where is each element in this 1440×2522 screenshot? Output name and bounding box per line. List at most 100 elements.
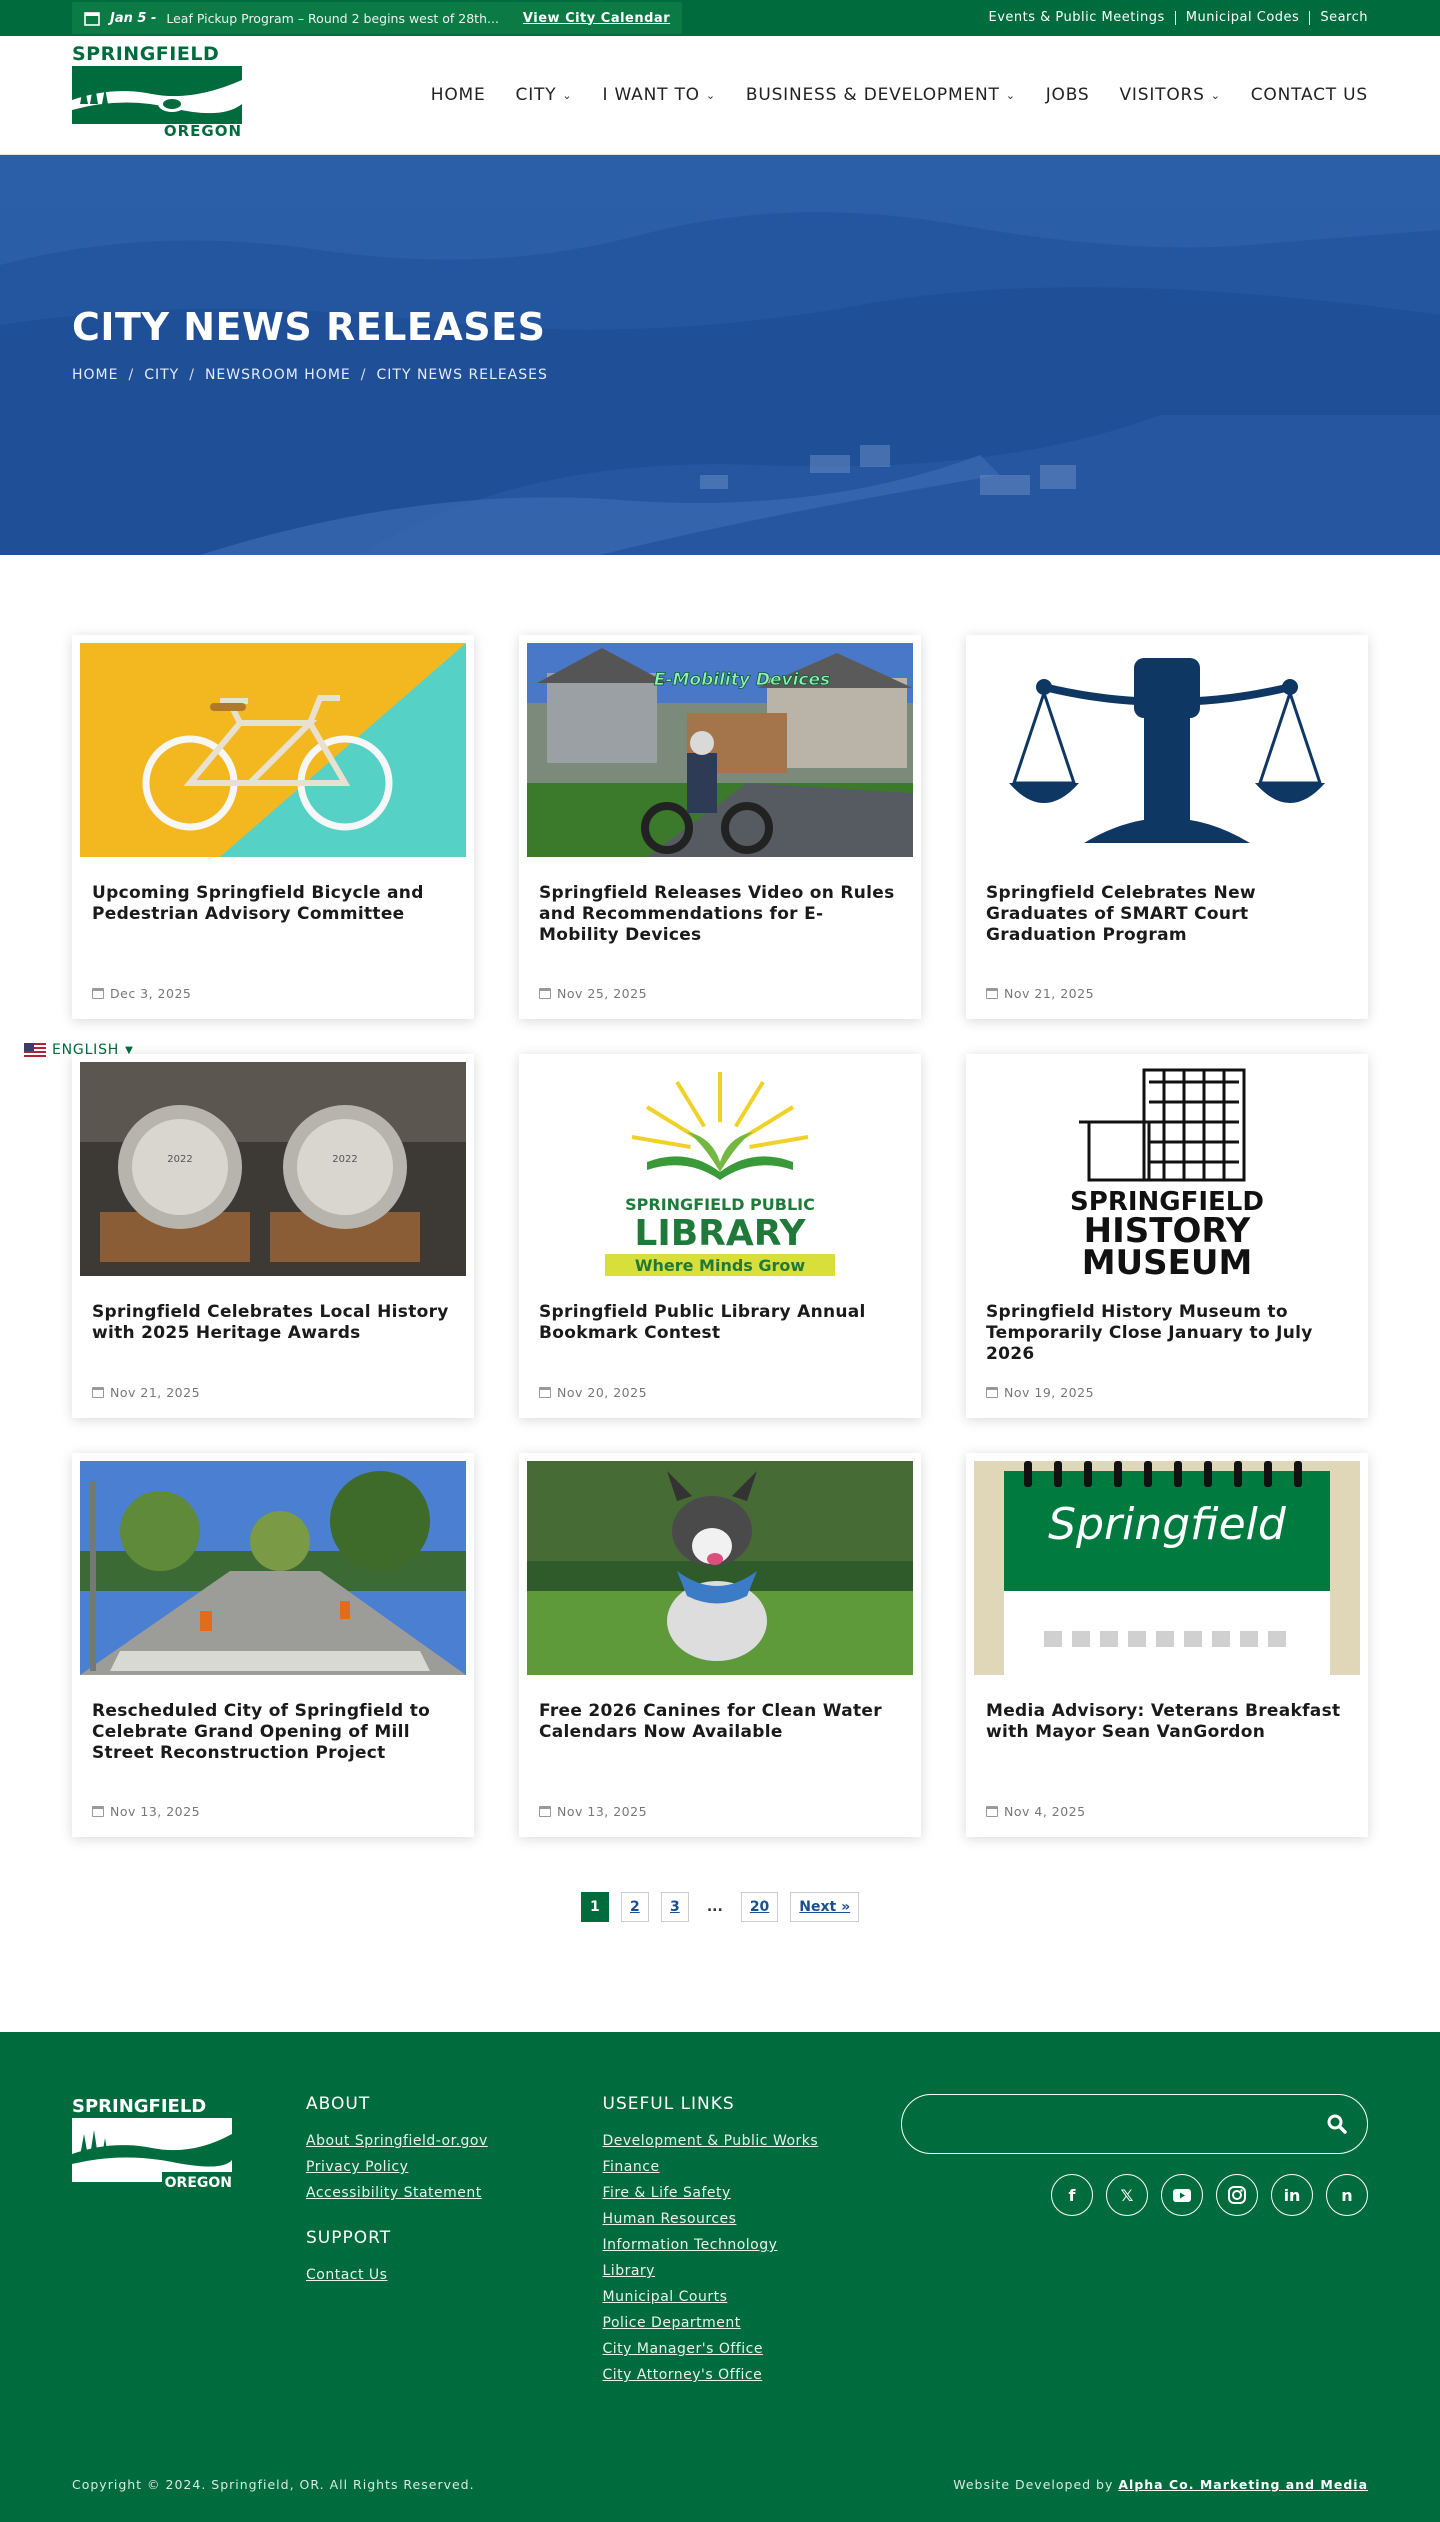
news-card-date: Nov 13, 2025 xyxy=(527,1804,913,1829)
search-icon[interactable] xyxy=(1327,2114,1347,2134)
mill-street-thumbnail[interactable] xyxy=(80,1461,466,1675)
about-heading: ABOUT xyxy=(306,2094,371,2114)
news-card-date: Nov 19, 2025 xyxy=(974,1385,1360,1410)
footer-logo[interactable]: SPRINGFIELD OREGON xyxy=(72,2094,236,2388)
page-2-button[interactable]: 2 xyxy=(620,1892,649,1922)
municipal-codes-link[interactable]: Municipal Codes xyxy=(1176,11,1311,25)
footer-link[interactable]: Information Technology xyxy=(603,2232,902,2258)
footer-link[interactable]: City Manager's Office xyxy=(603,2336,902,2362)
news-card-date: Nov 25, 2025 xyxy=(527,986,913,1011)
date-text: Nov 21, 2025 xyxy=(110,1385,201,1400)
instagram-icon[interactable] xyxy=(1216,2174,1258,2216)
page-3-button[interactable]: 3 xyxy=(660,1892,689,1922)
site-logo[interactable]: SPRINGFIELD OREGON xyxy=(72,44,242,146)
news-card[interactable]: SPRINGFIELD HISTORY MUSEUM Springfield H… xyxy=(966,1054,1368,1418)
library-tagline: Where Minds Grow xyxy=(635,1256,806,1275)
youtube-icon[interactable] xyxy=(1161,2174,1203,2216)
footer-link[interactable]: Privacy Policy xyxy=(306,2154,603,2180)
history-museum-thumbnail[interactable]: SPRINGFIELD HISTORY MUSEUM xyxy=(974,1062,1360,1276)
calendar-icon xyxy=(92,988,104,999)
date-text: Nov 21, 2025 xyxy=(1004,986,1095,1001)
news-card-title[interactable]: Springfield History Museum to Temporaril… xyxy=(974,1276,1360,1376)
news-card-title[interactable]: Media Advisory: Veterans Breakfast with … xyxy=(974,1675,1360,1775)
next-page-button[interactable]: Next » xyxy=(790,1892,860,1922)
breadcrumb-home[interactable]: HOME xyxy=(72,367,118,383)
bicycle-thumbnail[interactable] xyxy=(80,643,466,857)
alert-banner[interactable]: Jan 5 - Leaf Pickup Program – Round 2 be… xyxy=(72,2,683,34)
news-card-title[interactable]: Upcoming Springfield Bicycle and Pedestr… xyxy=(80,857,466,957)
events-link[interactable]: Events & Public Meetings xyxy=(979,11,1176,25)
news-card[interactable]: Springfield Event Media Advisory: Vetera… xyxy=(966,1453,1368,1837)
pagination: 1 2 3 ... 20 Next » xyxy=(0,1892,1440,1922)
footer-logo-line1: SPRINGFIELD xyxy=(72,2096,206,2117)
search-link[interactable]: Search xyxy=(1310,11,1368,25)
nav-business-development[interactable]: BUSINESS & DEVELOPMENT ⌄ xyxy=(746,85,1016,105)
news-card-title[interactable]: Springfield Celebrates New Graduates of … xyxy=(974,857,1360,957)
nav-contact-us[interactable]: CONTACT US xyxy=(1251,85,1368,105)
nav-city[interactable]: CITY ⌄ xyxy=(516,85,573,105)
page-20-button[interactable]: 20 xyxy=(740,1892,779,1922)
nav-i-want-to[interactable]: I WANT TO ⌄ xyxy=(602,85,715,105)
news-card[interactable]: SPRINGFIELD PUBLIC LIBRARY Where Minds G… xyxy=(519,1054,921,1418)
date-text: Nov 25, 2025 xyxy=(557,986,648,1001)
footer-link[interactable]: Accessibility Statement xyxy=(306,2180,603,2206)
x-icon[interactable]: 𝕏 xyxy=(1106,2174,1148,2216)
footer-link[interactable]: Library xyxy=(603,2258,902,2284)
nav-home[interactable]: HOME xyxy=(431,85,486,105)
news-card-title[interactable]: Free 2026 Canines for Clean Water Calend… xyxy=(527,1675,913,1775)
dog-thumbnail[interactable] xyxy=(527,1461,913,1675)
springfield-event-thumbnail[interactable]: Springfield Event xyxy=(974,1461,1360,1675)
library-logo-thumbnail[interactable]: SPRINGFIELD PUBLIC LIBRARY Where Minds G… xyxy=(527,1062,913,1276)
library-name-line: SPRINGFIELD PUBLIC xyxy=(625,1195,815,1214)
copyright-text: Copyright © 2024. Springfield, OR. All R… xyxy=(72,2477,475,2492)
news-card[interactable]: Springfield Celebrates New Graduates of … xyxy=(966,635,1368,1019)
news-card[interactable]: Upcoming Springfield Bicycle and Pedestr… xyxy=(72,635,474,1019)
nextdoor-icon[interactable]: n xyxy=(1326,2174,1368,2216)
hero-banner: CITY NEWS RELEASES HOME / CITY / NEWSROO… xyxy=(0,155,1440,555)
developer-prefix: Website Developed by xyxy=(953,2477,1114,2492)
news-card[interactable]: 2022 2022 Springfield Celebrates Local H… xyxy=(72,1054,474,1418)
footer-search-input[interactable] xyxy=(901,2094,1368,2154)
news-card-title[interactable]: Springfield Celebrates Local History wit… xyxy=(80,1276,466,1376)
calendar-icon xyxy=(986,988,998,999)
news-card[interactable]: E-Mobility Devices Springfield Releases … xyxy=(519,635,921,1019)
view-calendar-link[interactable]: View City Calendar xyxy=(523,11,670,26)
footer-link[interactable]: Police Department xyxy=(603,2310,902,2336)
svg-text:2022: 2022 xyxy=(332,1154,357,1165)
breadcrumb-city[interactable]: CITY xyxy=(144,367,179,383)
footer-link[interactable]: City Attorney's Office xyxy=(603,2362,902,2388)
social-links: f 𝕏 in n xyxy=(901,2174,1368,2216)
nav-jobs[interactable]: JOBS xyxy=(1046,85,1090,105)
footer-link[interactable]: Contact Us xyxy=(306,2262,603,2288)
heritage-awards-thumbnail[interactable]: 2022 2022 xyxy=(80,1062,466,1276)
footer-link[interactable]: Fire & Life Safety xyxy=(603,2180,902,2206)
useful-links-heading: USEFUL LINKS xyxy=(602,2094,735,2114)
news-card-title[interactable]: Springfield Releases Video on Rules and … xyxy=(527,857,913,957)
news-card-date: Nov 20, 2025 xyxy=(527,1385,913,1410)
news-card[interactable]: Free 2026 Canines for Clean Water Calend… xyxy=(519,1453,921,1837)
footer-link[interactable]: Development & Public Works xyxy=(603,2128,902,2154)
news-card-title[interactable]: Springfield Public Library Annual Bookma… xyxy=(527,1276,913,1376)
page-1-button[interactable]: 1 xyxy=(580,1892,609,1922)
page-title: CITY NEWS RELEASES xyxy=(72,305,546,349)
support-heading: SUPPORT xyxy=(306,2228,392,2248)
nav-label: CITY xyxy=(515,85,557,105)
footer-link[interactable]: About Springfield-or.gov xyxy=(306,2128,603,2154)
alert-text[interactable]: Leaf Pickup Program – Round 2 begins wes… xyxy=(166,11,499,26)
logo-line1: SPRINGFIELD xyxy=(72,43,220,65)
news-card-title[interactable]: Rescheduled City of Springfield to Celeb… xyxy=(80,1675,466,1775)
footer-about-column: ABOUT About Springfield-or.gov Privacy P… xyxy=(306,2094,603,2388)
e-mobility-thumbnail[interactable]: E-Mobility Devices xyxy=(527,643,913,857)
news-card[interactable]: Rescheduled City of Springfield to Celeb… xyxy=(72,1453,474,1837)
footer-link[interactable]: Human Resources xyxy=(603,2206,902,2232)
linkedin-icon[interactable]: in xyxy=(1271,2174,1313,2216)
developer-link[interactable]: Alpha Co. Marketing and Media xyxy=(1118,2477,1368,2492)
footer-link[interactable]: Finance xyxy=(603,2154,902,2180)
calendar-icon xyxy=(539,1806,551,1817)
justice-scales-thumbnail[interactable] xyxy=(974,643,1360,857)
facebook-icon[interactable]: f xyxy=(1051,2174,1093,2216)
event-word-2: Event xyxy=(1077,1538,1256,1603)
nav-visitors[interactable]: VISITORS ⌄ xyxy=(1119,85,1220,105)
footer-link[interactable]: Municipal Courts xyxy=(603,2284,902,2310)
breadcrumb-newsroom[interactable]: NEWSROOM HOME xyxy=(205,367,351,383)
